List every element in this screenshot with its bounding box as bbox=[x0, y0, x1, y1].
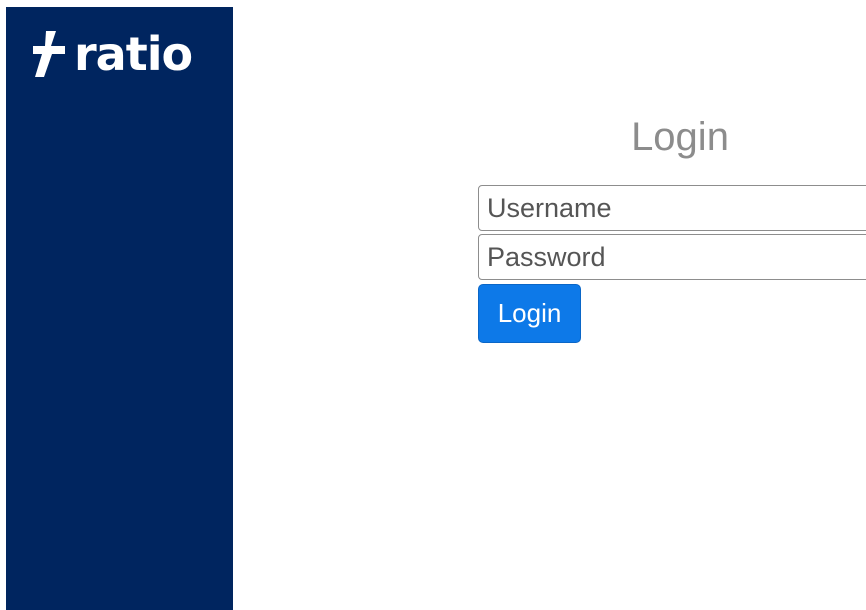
login-title: Login bbox=[631, 115, 729, 159]
sidebar: ratio bbox=[6, 7, 233, 610]
brand-logo: ratio bbox=[32, 27, 193, 81]
username-input[interactable] bbox=[478, 185, 866, 231]
password-input[interactable] bbox=[478, 234, 866, 280]
brand-name: ratio bbox=[74, 27, 193, 81]
lightning-bolt-icon bbox=[33, 31, 65, 77]
login-page: ratio Login Login bbox=[0, 0, 866, 610]
login-button[interactable]: Login bbox=[478, 284, 581, 343]
